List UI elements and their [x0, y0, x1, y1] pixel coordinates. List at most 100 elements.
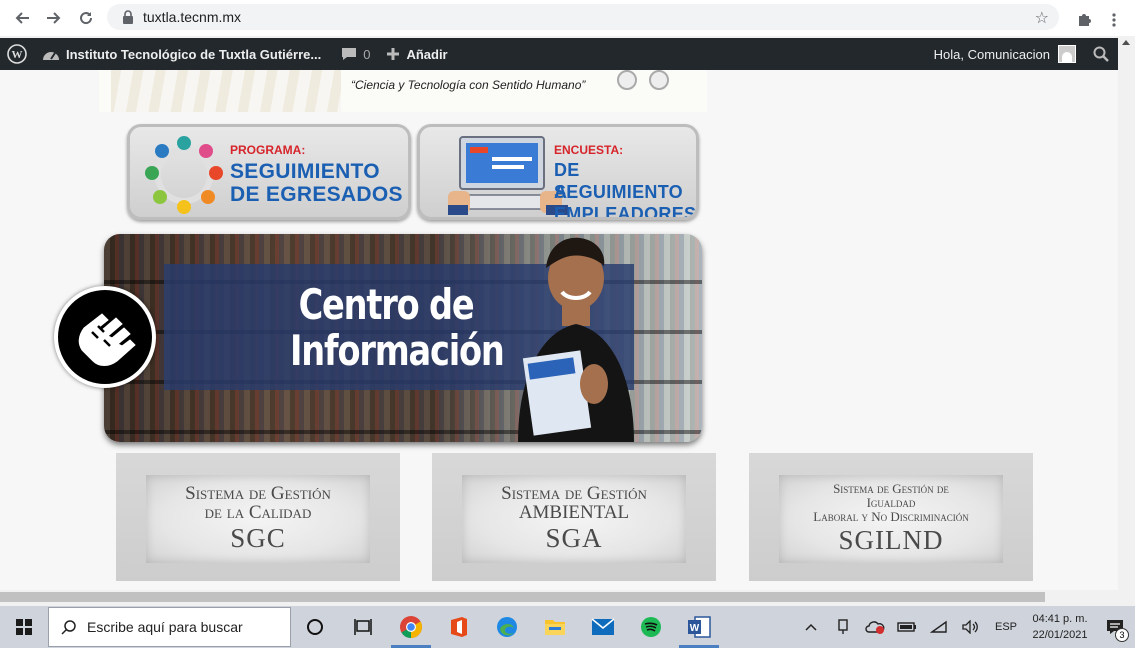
- puzzle-icon: [1079, 14, 1091, 26]
- horizontal-scrollbar[interactable]: [0, 590, 1118, 604]
- windows-logo-icon: [16, 619, 32, 635]
- empleadores-small-label: ENCUESTA:: [554, 143, 624, 157]
- back-button[interactable]: [6, 2, 38, 34]
- wp-search-button[interactable]: [1084, 38, 1118, 70]
- hand-pointer-icon: [54, 286, 156, 388]
- sgilnd-line3: Laboral y No Discriminación: [813, 509, 969, 524]
- wordpress-logo-icon[interactable]: W: [0, 38, 34, 70]
- star-icon[interactable]: ☆: [1035, 8, 1049, 28]
- centro-title-line1: Centro de: [298, 280, 475, 329]
- centro-title: Centro de Información: [290, 280, 505, 375]
- header-seals: [617, 70, 677, 92]
- reload-icon: [80, 12, 93, 25]
- wp-new-label: Añadir: [406, 46, 448, 62]
- office-icon: [451, 617, 467, 637]
- horizontal-scroll-thumb[interactable]: [0, 592, 1045, 602]
- folder-icon: [545, 620, 565, 635]
- wp-comments-count: 0: [363, 46, 371, 62]
- spotify-icon: [641, 617, 661, 637]
- seal-icon: [649, 70, 669, 90]
- wp-new-link[interactable]: Añadir: [378, 38, 455, 70]
- wp-admin-bar: W Instituto Tecnológico de Tuxtla Gutiér…: [0, 38, 1118, 70]
- sgilnd-card-link[interactable]: Sistema de Gestión de Igualdad Laboral y…: [749, 453, 1033, 581]
- dashboard-icon: [42, 47, 60, 61]
- clock-time: 04:41 p. m.: [1032, 613, 1088, 625]
- sgc-line2: de la Calidad: [204, 502, 312, 523]
- plus-icon: [386, 47, 400, 61]
- arrow-left-icon: [15, 12, 29, 24]
- sgc-card-link[interactable]: Sistema de Gestión de la Calidad SGC: [116, 453, 400, 581]
- taskbar-search-input[interactable]: Escribe aquí para buscar: [48, 607, 291, 647]
- scroll-up-icon[interactable]: [1122, 40, 1130, 45]
- sga-line2: AMBIENTAL: [518, 502, 630, 523]
- mail-icon: [591, 618, 615, 635]
- battery-icon[interactable]: [891, 606, 923, 648]
- wp-site-name-link[interactable]: Instituto Tecnológico de Tuxtla Gutiérre…: [34, 38, 329, 70]
- file-explorer-taskbar-button[interactable]: [531, 606, 579, 648]
- spotify-taskbar-button[interactable]: [627, 606, 675, 648]
- empleadores-banner-link[interactable]: ENCUESTA: DE SEGUIMIENTO A EMPLEADORES: [417, 124, 699, 220]
- edge-taskbar-button[interactable]: [483, 606, 531, 648]
- task-view-button[interactable]: [339, 606, 387, 648]
- arrow-right-icon: [47, 12, 61, 24]
- sga-card-link[interactable]: Sistema de Gestión AMBIENTAL SGA: [432, 453, 716, 581]
- vertical-scrollbar[interactable]: [1118, 38, 1135, 604]
- avatar: [1058, 45, 1076, 63]
- wp-greeting: Hola, Comunicacion: [933, 46, 1050, 62]
- wp-account-area: Hola, Comunicacion: [926, 38, 1118, 70]
- sgc-card-inner: Sistema de Gestión de la Calidad SGC: [146, 475, 370, 563]
- sga-card-inner: Sistema de Gestión AMBIENTAL SGA: [462, 475, 686, 563]
- extensions-button[interactable]: [1068, 4, 1100, 36]
- mail-taskbar-button[interactable]: [579, 606, 627, 648]
- taskbar-search-placeholder: Escribe aquí para buscar: [87, 619, 243, 635]
- usb-device-icon[interactable]: [827, 606, 859, 648]
- sga-acronym: SGA: [545, 523, 603, 553]
- action-center-button[interactable]: 3: [1095, 606, 1135, 648]
- comment-icon: [341, 47, 357, 61]
- url-text: tuxtla.tecnm.mx: [143, 9, 242, 25]
- empleadores-line2: A EMPLEADORES: [554, 182, 697, 220]
- wp-account-link[interactable]: Hola, Comunicacion: [926, 38, 1084, 70]
- lock-icon: [121, 10, 135, 24]
- seal-icon: [617, 70, 637, 90]
- svg-text:W: W: [12, 49, 23, 61]
- address-bar[interactable]: tuxtla.tecnm.mx ☆: [107, 4, 1059, 30]
- language-indicator[interactable]: ESP: [987, 606, 1025, 648]
- egresados-banner-link[interactable]: PROGRAMA: SEGUIMIENTO DE EGRESADOS: [127, 124, 411, 220]
- forward-button[interactable]: [38, 2, 70, 34]
- sgilnd-card-inner: Sistema de Gestión de Igualdad Laboral y…: [779, 475, 1003, 563]
- sgilnd-acronym: SGILND: [838, 525, 944, 555]
- sgc-acronym: SGC: [230, 523, 286, 553]
- wp-site-name: Instituto Tecnológico de Tuxtla Gutiérre…: [66, 46, 322, 62]
- start-button[interactable]: [0, 606, 48, 648]
- volume-icon[interactable]: [955, 606, 987, 648]
- show-hidden-icons-button[interactable]: [795, 606, 827, 648]
- chrome-taskbar-button[interactable]: [387, 606, 435, 648]
- browser-toolbar: tuxtla.tecnm.mx ☆: [0, 0, 1135, 36]
- chevron-up-icon: [805, 623, 817, 631]
- chrome-icon: [400, 616, 422, 638]
- onedrive-error-icon[interactable]: [859, 606, 891, 648]
- edge-icon: [497, 617, 517, 637]
- system-tray: ESP 04:41 p. m. 22/01/2021 3: [795, 606, 1135, 648]
- taskbar-clock[interactable]: 04:41 p. m. 22/01/2021: [1025, 611, 1095, 643]
- wifi-icon[interactable]: [923, 606, 955, 648]
- browser-menu-button[interactable]: [1098, 4, 1130, 36]
- egresados-line1: SEGUIMIENTO: [230, 160, 380, 183]
- centro-title-line2: Información: [290, 326, 505, 375]
- centro-informacion-banner-link[interactable]: Centro de Información: [104, 234, 702, 442]
- student-photo: [518, 237, 634, 442]
- clock-date: 22/01/2021: [1032, 629, 1088, 641]
- wp-comments-link[interactable]: 0: [333, 38, 378, 70]
- page-content: “Ciencia y Tecnología con Sentido Humano…: [0, 70, 1118, 590]
- word-icon: W: [688, 616, 711, 638]
- office-taskbar-button[interactable]: [435, 606, 483, 648]
- cortana-circle-icon: [307, 619, 323, 635]
- reload-button[interactable]: [70, 2, 102, 34]
- people-circle-icon: [145, 136, 223, 214]
- notification-count-badge: 3: [1115, 628, 1129, 642]
- word-taskbar-button[interactable]: W: [675, 606, 723, 648]
- windows-taskbar: Escribe aquí para buscar W ESP 04:41 p. …: [0, 606, 1135, 648]
- site-slogan: “Ciencia y Tecnología con Sentido Humano…: [351, 78, 586, 92]
- cortana-button[interactable]: [291, 606, 339, 648]
